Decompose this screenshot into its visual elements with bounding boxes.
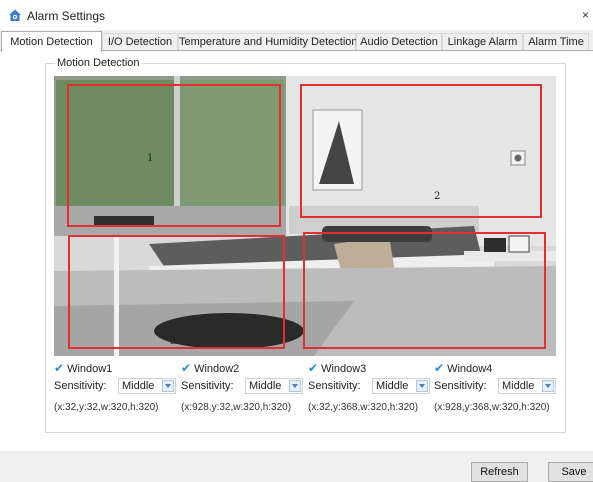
- tab-linkage-alarm[interactable]: Linkage Alarm: [442, 33, 523, 50]
- chevron-down-icon[interactable]: [289, 380, 301, 392]
- title-bar: Alarm Settings ×: [0, 0, 593, 30]
- refresh-button[interactable]: Refresh: [471, 462, 528, 482]
- window3-label: Window3: [321, 363, 367, 375]
- tab-bar: Motion Detection I/O Detection Temperatu…: [0, 31, 593, 52]
- region-number-3: 3: [170, 336, 176, 347]
- window1-sensitivity-select[interactable]: Middle: [118, 378, 176, 394]
- house-gear-icon: [9, 9, 21, 21]
- checkmark-icon: ✔: [434, 361, 445, 375]
- window-title: Alarm Settings: [27, 9, 106, 23]
- checkmark-icon: ✔: [308, 361, 319, 375]
- window3-coordinates: (x:32,y:368,w:320,h:320): [308, 402, 419, 413]
- tab-temperature-humidity-detection[interactable]: Temperature and Humidity Detection: [178, 33, 358, 50]
- window3-settings: ✔ Window3 Sensitivity: Middle (x:32,y:368…: [308, 361, 436, 421]
- tab-motion-detection[interactable]: Motion Detection: [1, 31, 102, 52]
- window1-coordinates: (x:32,y:32,w:320,h:320): [54, 402, 159, 413]
- window3-checkbox[interactable]: ✔ Window3: [308, 361, 366, 375]
- sensitivity-label: Sensitivity:: [434, 380, 487, 392]
- region-number-2: 2: [434, 191, 440, 202]
- window2-label: Window2: [194, 363, 240, 375]
- sensitivity-value: Middle: [122, 380, 155, 392]
- sensitivity-value: Middle: [376, 380, 409, 392]
- window1-settings: ✔ Window1 Sensitivity: Middle (x:32,y:32,…: [54, 361, 182, 421]
- tab-alarm-time[interactable]: Alarm Time: [523, 33, 589, 50]
- window2-settings: ✔ Window2 Sensitivity: Middle (x:928,y:32…: [181, 361, 309, 421]
- motion-detection-panel: Motion Detection 1 2 3 ✔ Window1 Sensiti…: [0, 50, 593, 451]
- sensitivity-value: Middle: [502, 380, 535, 392]
- camera-preview[interactable]: 1 2 3 4: [54, 76, 556, 356]
- checkmark-icon: ✔: [54, 361, 65, 375]
- window4-checkbox[interactable]: ✔ Window4: [434, 361, 492, 375]
- sensitivity-label: Sensitivity:: [308, 380, 361, 392]
- close-button[interactable]: ×: [578, 6, 593, 24]
- sensitivity-label: Sensitivity:: [54, 380, 107, 392]
- window4-coordinates: (x:928,y:368,w:320,h:320): [434, 402, 550, 413]
- window1-checkbox[interactable]: ✔ Window1: [54, 361, 112, 375]
- camera-scene: 1 2 3 4: [54, 76, 556, 356]
- group-title: Motion Detection: [55, 57, 142, 69]
- window2-sensitivity-select[interactable]: Middle: [245, 378, 303, 394]
- window4-settings: ✔ Window4 Sensitivity: Middle (x:928,y:36…: [434, 361, 562, 421]
- window2-coordinates: (x:928,y:32,w:320,h:320): [181, 402, 292, 413]
- tab-io-detection[interactable]: I/O Detection: [102, 33, 178, 50]
- window1-label: Window1: [67, 363, 113, 375]
- checkmark-icon: ✔: [181, 361, 192, 375]
- footer: Refresh Save: [0, 451, 593, 482]
- save-button[interactable]: Save: [548, 462, 593, 482]
- region-number-1: 1: [147, 153, 153, 164]
- chevron-down-icon[interactable]: [162, 380, 174, 392]
- window2-checkbox[interactable]: ✔ Window2: [181, 361, 239, 375]
- sensitivity-value: Middle: [249, 380, 282, 392]
- window4-sensitivity-select[interactable]: Middle: [498, 378, 556, 394]
- chevron-down-icon[interactable]: [542, 380, 554, 392]
- tab-audio-detection[interactable]: Audio Detection: [356, 33, 442, 50]
- window3-sensitivity-select[interactable]: Middle: [372, 378, 430, 394]
- sensitivity-label: Sensitivity:: [181, 380, 234, 392]
- window4-label: Window4: [447, 363, 493, 375]
- chevron-down-icon[interactable]: [416, 380, 428, 392]
